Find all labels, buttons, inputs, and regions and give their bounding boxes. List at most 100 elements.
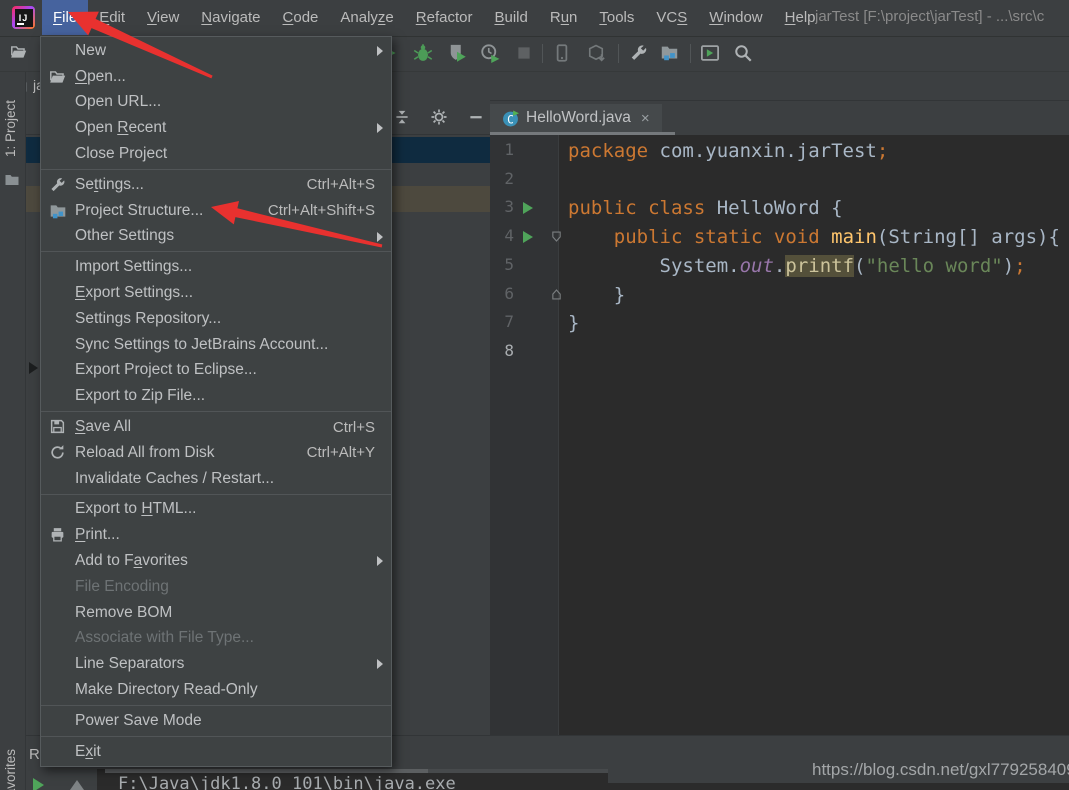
gutter-row: 5 [490,252,570,281]
menu-item-remove-bom[interactable]: Remove BOM [41,600,391,626]
favorites-toolwindow-button[interactable]: Favorites [3,749,18,790]
menu-icon-spacer [49,681,71,699]
console-hscrollbar-thumb[interactable] [105,769,428,773]
run-gutter-icon[interactable] [523,231,533,243]
code-token: "hello word" [865,255,1002,277]
menu-icon-spacer [49,578,71,596]
editor-area: C HelloWord.java × 1package com.yuanxin.… [490,103,1069,735]
menu-item-sync-settings-to-jetbrains-account[interactable]: Sync Settings to JetBrains Account... [41,332,391,358]
save-icon [49,418,71,436]
menu-item-save-all[interactable]: Save AllCtrl+S [41,414,391,440]
gear-icon[interactable] [430,108,448,126]
menu-item-close-project[interactable]: Close Project [41,141,391,167]
code-editor[interactable]: 1package com.yuanxin.jarTest;23public cl… [490,135,1069,735]
menu-item-settings-repository[interactable]: Settings Repository... [41,306,391,332]
menubar-item-build[interactable]: Build [483,0,538,35]
menu-icon-spacer [49,552,71,570]
refresh-icon [49,444,71,462]
menubar-item-analyze[interactable]: Analyze [329,0,404,35]
menu-item-export-project-to-eclipse[interactable]: Export Project to Eclipse... [41,358,391,384]
project-toolwindow-button[interactable]: 1: Project [3,100,18,157]
printer-icon [49,526,71,544]
ide-window: IJ FileEditViewNavigateCodeAnalyzeRefact… [0,0,1069,790]
code-token: main [831,226,877,248]
menu-item-print[interactable]: Print... [41,522,391,548]
menu-item-invalidate-caches-restart[interactable]: Invalidate Caches / Restart... [41,466,391,492]
menubar-item-edit[interactable]: Edit [88,0,136,35]
gutter-row: 4 [490,223,570,252]
menubar-item-navigate[interactable]: Navigate [190,0,271,35]
menubar-item-file[interactable]: File [42,0,88,35]
stop-icon[interactable] [514,43,534,63]
menubar-item-vcs[interactable]: VCS [645,0,698,35]
menu-item-make-directory-read-only[interactable]: Make Directory Read-Only [41,677,391,703]
menu-item-import-settings[interactable]: Import Settings... [41,254,391,280]
code-line-4: public static void main(String[] args){ [568,223,1060,252]
menu-item-settings[interactable]: Settings...Ctrl+Alt+S [41,172,391,198]
collapse-all-icon[interactable] [393,108,411,126]
tab-close-icon[interactable]: × [641,110,650,127]
menu-item-open[interactable]: Open... [41,64,391,90]
menu-item-power-save-mode[interactable]: Power Save Mode [41,708,391,734]
menubar-item-tools[interactable]: Tools [588,0,645,35]
menu-icon-spacer [49,387,71,405]
run-anything-icon[interactable] [700,43,720,63]
menu-item-open-recent[interactable]: Open Recent [41,115,391,141]
folder-icon [4,172,20,193]
settings-wrench-icon[interactable] [629,43,649,63]
submenu-arrow-icon [377,123,383,133]
menu-item-line-separators[interactable]: Line Separators [41,651,391,677]
menu-item-reload-all-from-disk[interactable]: Reload All from DiskCtrl+Alt+Y [41,440,391,466]
fold-up-icon[interactable] [550,288,563,306]
rerun-icon[interactable] [33,778,44,790]
file-menu-popup: NewOpen...Open URL...Open RecentClose Pr… [40,36,392,767]
svg-text:C: C [507,113,514,126]
debug-icon[interactable] [413,43,433,63]
profiler-icon[interactable] [480,43,500,63]
project-structure-icon[interactable] [660,43,680,63]
menu-icon-spacer [49,145,71,163]
console-command-line: F:\Java\jdk1.8.0_101\bin\java.exe [118,774,456,790]
fold-down-icon[interactable] [550,230,563,248]
window-bottom-edge [608,783,1069,790]
search-icon[interactable] [733,43,753,63]
menubar-item-window[interactable]: Window [698,0,773,35]
submenu-arrow-icon [377,659,383,669]
tree-expander-icon[interactable] [29,362,38,374]
up-stack-trace-icon[interactable] [70,780,84,790]
menu-shortcut: Ctrl+Alt+Y [307,444,377,461]
menu-item-other-settings[interactable]: Other Settings [41,224,391,250]
menu-icon-spacer [49,500,71,518]
menubar-item-view[interactable]: View [136,0,190,35]
code-token: out [740,255,774,277]
run-gutter-icon[interactable] [523,202,533,214]
menu-item-export-to-zip-file[interactable]: Export to Zip File... [41,383,391,409]
menu-item-project-structure[interactable]: Project Structure...Ctrl+Alt+Shift+S [41,198,391,224]
menu-item-add-to-favorites[interactable]: Add to Favorites [41,548,391,574]
menu-item-open-url[interactable]: Open URL... [41,90,391,116]
run-coverage-icon[interactable] [447,43,467,63]
submenu-arrow-icon [377,556,383,566]
run-toolwindow-label: R [29,746,40,763]
menubar-item-run[interactable]: Run [539,0,589,35]
code-token: printf [785,255,854,277]
device-manager-icon[interactable] [552,43,572,63]
menu-icon-spacer [49,227,71,245]
menubar-item-code[interactable]: Code [272,0,330,35]
menu-item-export-to-html[interactable]: Export to HTML... [41,497,391,523]
code-token: package [568,140,648,162]
code-token: ; [1014,255,1025,277]
menu-item-exit[interactable]: Exit [41,739,391,765]
submenu-arrow-icon [377,46,383,56]
menubar-item-refactor[interactable]: Refactor [405,0,484,35]
hide-icon[interactable] [467,108,485,126]
menu-separator [41,736,391,737]
menu-item-new[interactable]: New [41,38,391,64]
open-folder-icon[interactable] [10,43,30,63]
titlebar: IJ FileEditViewNavigateCodeAnalyzeRefact… [0,0,1069,37]
sync-icon[interactable] [586,43,606,63]
menu-item-file-encoding: File Encoding [41,574,391,600]
menu-item-export-settings[interactable]: Export Settings... [41,280,391,306]
editor-tab[interactable]: C HelloWord.java × [490,104,662,132]
code-line-5: System.out.printf("hello word"); [568,252,1026,281]
